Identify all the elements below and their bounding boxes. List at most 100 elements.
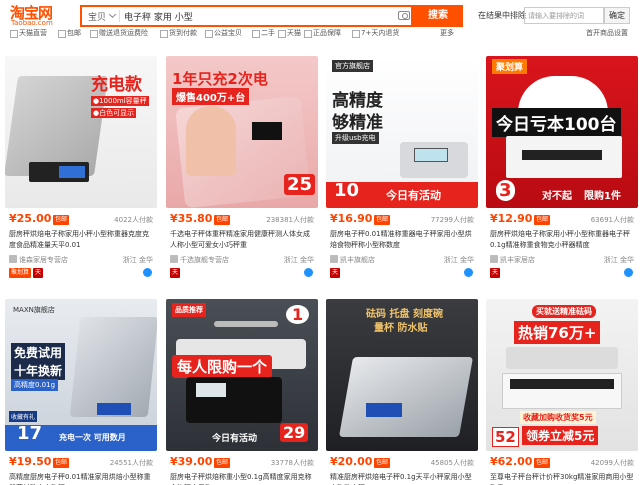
promo-price: 25 [284, 174, 316, 195]
wangwang-chat-icon[interactable] [624, 268, 633, 277]
product-image[interactable]: 聚划算 今日亏本100台 3 对不起 限购1件 [486, 56, 638, 208]
promo-price: 10 [334, 180, 360, 201]
shop-icon [9, 255, 17, 263]
product-image[interactable]: MAXN旗舰店 免费试用 十年换新 高精度0.01g 收藏有礼 17 充电一次 … [5, 299, 157, 451]
badges: 天 [490, 268, 502, 278]
location: 浙江 金华 [283, 256, 314, 264]
product-price: ¥12.90 [490, 212, 533, 225]
free-shipping-badge: 包邮 [374, 215, 391, 225]
promo-text: MAXN旗舰店 [13, 306, 55, 314]
filter-checkbox[interactable]: 正品保障 [304, 28, 341, 38]
filter-checkbox[interactable]: 公益宝贝 [205, 28, 242, 38]
product-price: ¥39.00 [170, 455, 213, 468]
promo-text: 今日有活动 [212, 434, 258, 444]
product-image[interactable]: 砝码 托盘 刻度碗 量杯 防水贴 [326, 299, 478, 451]
tmall-badge: 天 [170, 268, 181, 278]
exclude-input[interactable]: 请输入要排除的词 [524, 7, 604, 24]
product-title[interactable]: 千选电子秤体重秤精准家用健康秤测人体女成人称小型可爱女小巧秤重 [170, 229, 316, 251]
filter-checkbox[interactable]: 天猫 [278, 28, 301, 38]
free-shipping-badge: 包邮 [214, 458, 231, 468]
promo-price: 29 [280, 423, 309, 442]
free-shipping-badge: 包邮 [534, 215, 551, 225]
product-price: ¥16.90 [330, 212, 373, 225]
promo-text: 量杯 防水贴 [374, 323, 428, 334]
sales-count: 4022人付款 [114, 216, 153, 224]
search-type-select[interactable]: 宝贝 [88, 10, 106, 23]
wangwang-chat-icon[interactable] [143, 268, 152, 277]
shop-name[interactable]: 凯丰家居店 [500, 255, 535, 265]
promo-text: 收藏加购收货奖5元 [520, 411, 596, 424]
promo-text: 领券立减5元 [522, 426, 599, 445]
product-image[interactable]: 充电款 ●1000ml容量秤 ●白色可显示 [5, 56, 157, 208]
shop-name[interactable]: 凯丰旗舰店 [340, 255, 375, 265]
wangwang-chat-icon[interactable] [304, 268, 313, 277]
product-image[interactable]: 官方旗舰店 高精度 够精准 升级usb充电 10 今日有活动 [326, 56, 478, 208]
free-shipping-badge: 包邮 [534, 458, 551, 468]
juhuasuan-badge: 聚划算 [9, 268, 32, 278]
promo-text: 买就送精准砝码 [532, 305, 596, 318]
filters-settings-link[interactable]: 首开商品设置 [586, 28, 628, 38]
filter-checkbox[interactable]: 天猫直营 [10, 28, 47, 38]
search-box[interactable]: 宝贝 电子秤 家用 小型 [80, 5, 413, 27]
promo-text: 限购1件 [584, 191, 621, 202]
free-shipping-badge: 包邮 [53, 458, 70, 468]
tmall-badge: 天 [330, 268, 341, 278]
badges: 天 [170, 268, 182, 278]
product-title[interactable]: 厨房电子秤烘焙称重小型0.1g高精度家用克称食物秤电子称 [170, 472, 316, 485]
promo-text: 免费试用 [11, 343, 66, 362]
promo-text: 品质推荐 [172, 303, 206, 317]
shop-icon [490, 255, 498, 263]
promo-price: 3 [496, 180, 515, 201]
promo-text: 1 [286, 305, 310, 324]
promo-text: 高精度0.01g [11, 379, 59, 391]
product-title[interactable]: 精准厨房秤烘焙电子秤0.1g天平小秤家用小型克称数克秤 [330, 472, 476, 485]
product-title[interactable]: 厨房电子秤0.01精准称重器电子秤家用小型烘焙食物秤称小型称数度 [330, 229, 476, 251]
promo-text: 1年只充2次电 [172, 70, 268, 88]
promo-text: 充电一次 可用数月 [59, 433, 126, 442]
sales-count: 42099人付款 [590, 459, 634, 467]
product-price: ¥35.80 [170, 212, 213, 225]
promo-text: 收藏有礼 [9, 411, 38, 422]
camera-icon[interactable] [398, 11, 410, 20]
exclude-confirm-button[interactable]: 确定 [604, 7, 630, 24]
promo-price: 52 [492, 427, 519, 447]
product-title[interactable]: 厨房秤烘焙电子称家用小秤小型称重器克度克度食品精准量天平0.01 [9, 229, 155, 251]
product-title[interactable]: 厨房秤烘焙电子称家用小秤小型称重器电子秤0.1g精准称重食物克小秤器精度 [490, 229, 636, 251]
product-image[interactable]: 品质推荐 1 每人限购一个 今日有活动 29 [166, 299, 318, 451]
location: 浙江 金华 [603, 256, 634, 264]
promo-text: 每人限购一个 [172, 355, 273, 378]
shop-icon [330, 255, 338, 263]
filter-checkbox[interactable]: 包邮 [58, 28, 81, 38]
filters-more-link[interactable]: 更多 [440, 28, 454, 38]
shop-name[interactable]: 千选旗舰专营店 [180, 255, 229, 265]
product-title[interactable]: 至尊电子秤台秤计价秤30kg精准家用商用小型称重 [490, 472, 636, 485]
taobao-logo[interactable]: 淘宝网 Taobao.com [8, 3, 60, 29]
filter-checkbox[interactable]: 7+天内退货 [352, 28, 399, 38]
sales-count: 33778人付款 [270, 459, 314, 467]
filter-checkbox[interactable]: 赠送退货运费险 [90, 28, 148, 38]
product-price: ¥20.00 [330, 455, 373, 468]
promo-price: 17 [17, 423, 43, 444]
promo-text: 官方旗舰店 [332, 60, 373, 72]
logo-subtext: Taobao.com [11, 19, 53, 27]
sales-count: 63691人付款 [590, 216, 634, 224]
search-button[interactable]: 搜索 [413, 5, 463, 27]
shop-name[interactable]: 谁森家居专营店 [19, 255, 68, 265]
badges: 聚划算天 [9, 268, 45, 278]
sales-count: 77299人付款 [430, 216, 474, 224]
product-image[interactable]: 1年只充2次电 爆售400万+台 25 [166, 56, 318, 208]
filter-checkbox[interactable]: 货到付款 [160, 28, 197, 38]
wangwang-chat-icon[interactable] [464, 268, 473, 277]
promo-text: 今日有活动 [386, 189, 441, 202]
divider [119, 10, 120, 22]
free-shipping-badge: 包邮 [214, 215, 231, 225]
tmall-badge: 天 [33, 268, 44, 278]
product-title[interactable]: 高精度厨房电子秤0.01精准家用烘焙小型称重器药材珠宝克称秤 [9, 472, 155, 485]
search-input[interactable]: 电子秤 家用 小型 [124, 10, 193, 23]
badges: 天 [330, 268, 342, 278]
exclude-label: 在结果中排除 [478, 11, 526, 20]
promo-text: 今日亏本100台 [492, 108, 621, 137]
product-price: ¥25.00 [9, 212, 52, 225]
product-image[interactable]: 买就送精准砝码 热销76万+ 收藏加购收货奖5元 领券立减5元 52 [486, 299, 638, 451]
filter-checkbox[interactable]: 二手 [252, 28, 275, 38]
